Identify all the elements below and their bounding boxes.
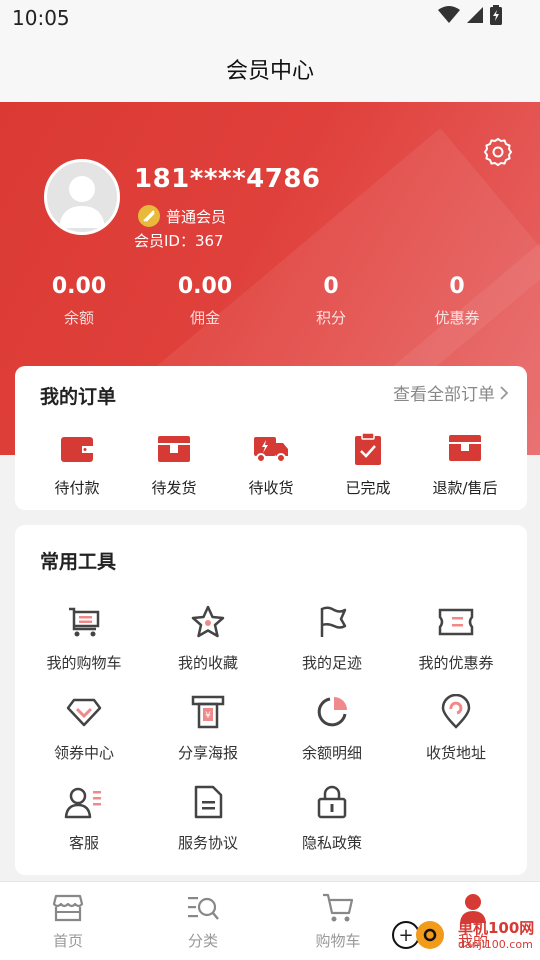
nav-label: 分类 [187, 932, 218, 950]
tool-label: 客服 [68, 834, 99, 852]
wallet-icon [27, 432, 127, 466]
stat-value: 0 [449, 274, 465, 299]
member-id: 会员ID：367 [134, 232, 224, 250]
star-icon [146, 603, 270, 641]
package-icon [124, 432, 224, 466]
orders-card: 我的订单 查看全部订单 待付款 待发货 待收货 已完成 退款/售后 [15, 366, 527, 510]
customer-service-icon [22, 783, 146, 821]
nav-home[interactable]: 首页 [18, 892, 118, 951]
tool-balance-details[interactable]: 余额明细 [270, 693, 394, 763]
chevron-right-icon [500, 385, 509, 400]
signal-icon [466, 6, 484, 28]
avatar[interactable] [44, 159, 120, 235]
stat-value: 0.00 [51, 274, 107, 299]
order-label: 已完成 [345, 479, 391, 497]
ticket-icon [394, 603, 518, 641]
nav-category[interactable]: 分类 [153, 892, 253, 951]
tool-label: 服务协议 [177, 834, 238, 852]
tool-customer-service[interactable]: 客服 [22, 783, 146, 853]
watermark-logo: + [392, 921, 444, 949]
stat-label: 积分 [315, 309, 346, 327]
order-pending-payment[interactable]: 待付款 [27, 432, 127, 498]
flag-icon [270, 603, 394, 641]
status-bar: 10:05 [0, 0, 540, 38]
tool-share-poster[interactable]: ¥ 分享海报 [146, 693, 270, 763]
order-label: 待付款 [54, 479, 100, 497]
nav-label: 首页 [52, 932, 83, 950]
order-completed[interactable]: 已完成 [318, 432, 418, 498]
poster-icon: ¥ [146, 693, 270, 731]
location-pin-icon [394, 693, 518, 731]
tool-label: 我的收藏 [177, 654, 238, 672]
view-all-orders-link[interactable]: 查看全部订单 [393, 380, 509, 405]
tool-label: 我的购物车 [46, 654, 122, 672]
vip-badge-icon [138, 205, 160, 227]
wifi-icon [438, 6, 460, 28]
diamond-icon [22, 693, 146, 731]
stat-label: 优惠券 [434, 309, 480, 327]
tool-coupon-center[interactable]: 领券中心 [22, 693, 146, 763]
stat-coupons[interactable]: 0 优惠券 [407, 274, 507, 328]
refund-box-icon [415, 432, 515, 466]
document-icon [146, 783, 270, 821]
user-phone: 181****4786 [134, 164, 321, 194]
tool-label: 余额明细 [301, 744, 362, 762]
default-avatar-icon [59, 176, 105, 228]
page-title: 会员中心 [225, 59, 314, 84]
circle-icon [416, 921, 444, 949]
status-time: 10:05 [12, 6, 70, 30]
shop-icon [18, 892, 118, 924]
watermark: + 单机100网 danji100.com [392, 915, 540, 960]
tools-title: 常用工具 [40, 551, 117, 573]
stat-commission[interactable]: 0.00 佣金 [155, 274, 255, 328]
order-pending-receipt[interactable]: 待收货 [221, 432, 321, 498]
watermark-subtext: danji100.com [458, 938, 533, 951]
cart-icon [22, 603, 146, 641]
svg-text:¥: ¥ [205, 711, 211, 721]
clipboard-check-icon [318, 432, 418, 466]
tool-label: 我的足迹 [301, 654, 362, 672]
stat-points[interactable]: 0 积分 [281, 274, 381, 328]
truck-icon [221, 432, 321, 466]
watermark-text: 单机100网 [458, 919, 535, 937]
tool-label: 分享海报 [177, 744, 238, 762]
category-search-icon [153, 892, 253, 924]
tool-service-agreement[interactable]: 服务协议 [146, 783, 270, 853]
stat-value: 0 [323, 274, 339, 299]
tool-my-coupons[interactable]: 我的优惠券 [394, 603, 518, 673]
stat-value: 0.00 [177, 274, 233, 299]
stat-label: 余额 [63, 309, 94, 327]
pie-chart-icon [270, 693, 394, 731]
nav-cart[interactable]: 购物车 [288, 892, 388, 951]
lock-icon [270, 783, 394, 821]
tool-favorites[interactable]: 我的收藏 [146, 603, 270, 673]
stat-balance[interactable]: 0.00 余额 [29, 274, 129, 328]
tool-label: 隐私政策 [301, 834, 362, 852]
settings-button[interactable] [482, 136, 514, 168]
status-icons [438, 5, 502, 29]
battery-icon [490, 5, 502, 29]
tool-label: 收货地址 [425, 744, 486, 762]
member-level: 普通会员 [138, 205, 226, 227]
tools-card: 常用工具 我的购物车 我的收藏 我的足迹 我的优惠券 领券中心 ¥ 分享海报 余… [15, 525, 527, 875]
view-all-label: 查看全部订单 [393, 385, 495, 405]
title-bar: 会员中心 [0, 38, 540, 102]
tool-privacy-policy[interactable]: 隐私政策 [270, 783, 394, 853]
order-pending-shipment[interactable]: 待发货 [124, 432, 224, 498]
cart-icon [288, 892, 388, 924]
order-label: 退款/售后 [432, 479, 498, 497]
nav-label: 购物车 [315, 932, 361, 950]
tool-label: 我的优惠券 [418, 654, 494, 672]
order-label: 待发货 [151, 479, 197, 497]
tool-footprints[interactable]: 我的足迹 [270, 603, 394, 673]
member-level-label: 普通会员 [166, 207, 227, 226]
order-refund[interactable]: 退款/售后 [415, 432, 515, 498]
orders-title: 我的订单 [40, 386, 117, 408]
tool-cart[interactable]: 我的购物车 [22, 603, 146, 673]
stat-label: 佣金 [189, 309, 220, 327]
order-label: 待收货 [248, 479, 294, 497]
tool-shipping-address[interactable]: 收货地址 [394, 693, 518, 763]
tool-label: 领券中心 [53, 744, 114, 762]
gear-icon [483, 137, 513, 167]
